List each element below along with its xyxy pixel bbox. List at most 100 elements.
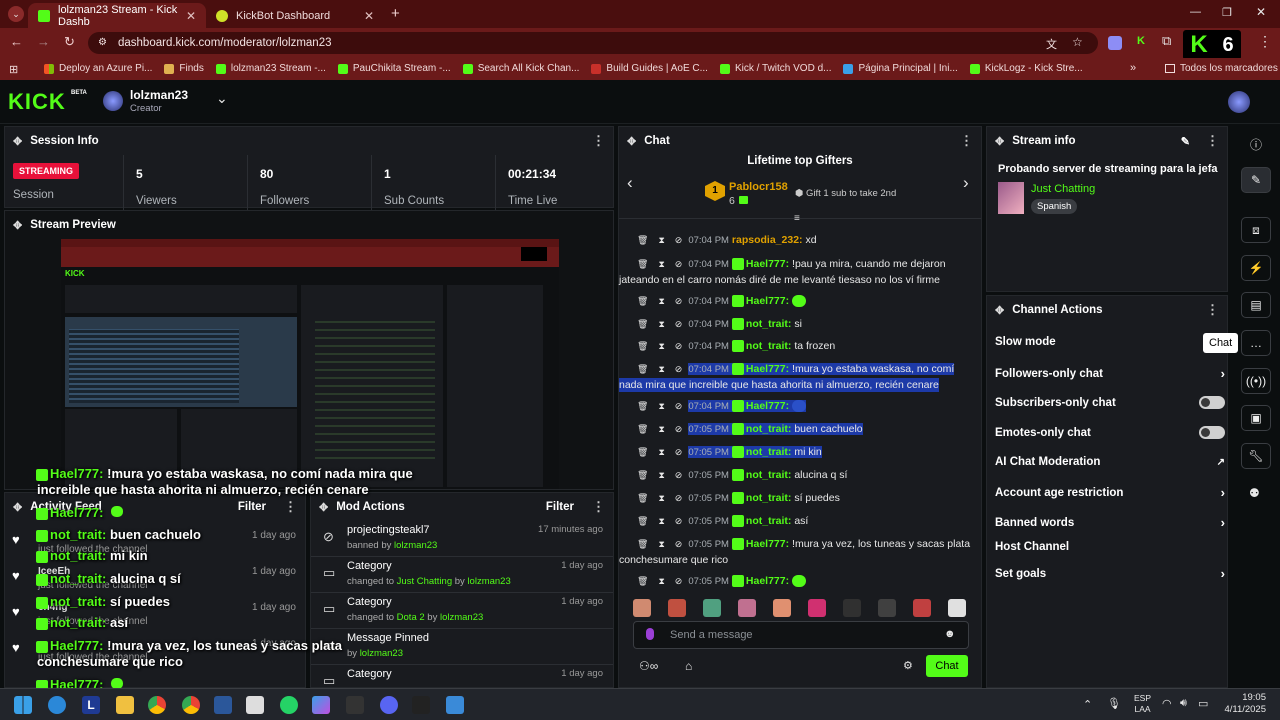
more-icon[interactable]: ⋮ [1206,133,1219,149]
avatar[interactable] [103,91,123,111]
emoji-icon[interactable]: ☻ [944,628,956,640]
message-user[interactable]: not_trait: [746,515,792,527]
timeout-icon[interactable]: ⧗ [658,341,664,351]
chrome-icon[interactable] [182,696,200,714]
timeout-icon[interactable]: ⧗ [658,319,664,329]
ban-user-icon[interactable]: ⊘ [675,259,683,269]
ban-user-icon[interactable]: ⊘ [675,401,683,411]
mod-action-row[interactable]: ▭ Category changed to Dota 2 by lolzman23 1… [311,593,613,629]
minimize-icon[interactable]: — [1190,6,1201,18]
filter-button[interactable]: Filter [238,501,266,513]
chat-message[interactable]: 🗑︎ ⧗ ⊘ 07:04 PM Hael777: [633,294,973,309]
extension-icon[interactable] [1108,36,1122,50]
ban-user-icon[interactable]: ⊘ [675,235,683,245]
chevron-down-icon[interactable]: ⌄ [216,90,228,107]
bookmark-item[interactable]: Search All Kick Chan... [462,63,579,74]
app-icon[interactable] [412,696,430,714]
extensions-puzzle-icon[interactable]: ⧉ [1162,33,1171,49]
delete-icon[interactable]: 🗑︎ [637,401,648,411]
grip-icon[interactable]: ✥ [13,135,22,148]
channel-action-account-age-restriction[interactable]: Account age restriction › [995,485,1225,500]
chrome-icon[interactable] [148,696,166,714]
language-indicator[interactable]: ESP LAA [1134,693,1151,715]
emote-icon[interactable] [738,599,756,617]
reload-icon[interactable]: ↻ [64,34,75,50]
ban-user-icon[interactable]: ⊘ [675,493,683,503]
chevron-right-icon[interactable]: › [1221,515,1225,530]
store-icon[interactable]: ⌂ [685,659,692,673]
discord-icon[interactable] [380,696,398,714]
external-link-icon[interactable]: ↗ [1217,457,1225,468]
more-icon[interactable]: ⋮ [592,499,605,515]
app-icon[interactable] [246,696,264,714]
delete-icon[interactable]: 🗑︎ [637,539,648,549]
chat-message[interactable]: 🗑︎ ⧗ ⊘ 07:05 PM Hael777: [633,574,973,589]
message-user[interactable]: Hael777: [746,400,789,412]
delete-icon[interactable]: 🗑︎ [637,296,648,306]
ban-user-icon[interactable]: ⊘ [675,539,683,549]
timeout-icon[interactable]: ⧗ [658,493,664,503]
emote-icon[interactable] [703,599,721,617]
kick-extension-icon[interactable]: K [1137,35,1145,47]
chat-message[interactable]: 🗑︎ ⧗ ⊘ 07:05 PM not_trait: así [633,514,973,529]
delete-icon[interactable]: 🗑︎ [637,516,648,526]
timeout-icon[interactable]: ⧗ [658,424,664,434]
mic-tray-icon[interactable]: 🎙︎ [1107,697,1121,710]
browser-menu-icon[interactable]: ⋮ [1258,33,1272,50]
ban-user-icon[interactable]: ⊘ [675,516,683,526]
edit-icon[interactable]: ✎ [1181,135,1190,148]
filter-button[interactable]: Filter [546,501,574,513]
file-explorer-icon[interactable] [116,696,134,714]
channel-action-emotes-only-chat[interactable]: Emotes-only chat [995,426,1225,439]
mic-icon[interactable] [646,628,654,640]
translate-icon[interactable]: 文 [1046,36,1057,52]
detail-by[interactable]: lolzman23 [394,540,437,551]
broadcast-icon[interactable]: ((•)) [1241,368,1271,394]
ban-user-icon[interactable]: ⊘ [675,447,683,457]
delete-icon[interactable]: 🗑︎ [637,424,648,434]
timeout-icon[interactable]: ⧗ [658,296,664,306]
delete-icon[interactable]: 🗑︎ [637,364,648,374]
category-link[interactable]: Just Chatting [1031,183,1095,195]
lightning-icon[interactable]: ⚡ [1241,255,1271,281]
bookmark-item[interactable]: Build Guides | AoE C... [591,63,708,74]
grip-icon[interactable]: ✥ [319,501,328,514]
emote-icon[interactable] [878,599,896,617]
delete-icon[interactable]: 🗑︎ [637,341,648,351]
layout-icon[interactable]: ▣ [1241,405,1271,431]
back-icon[interactable]: ← [10,34,23,49]
toggle-switch[interactable] [1199,396,1225,409]
delete-icon[interactable]: 🗑︎ [637,259,648,269]
channel-action-ai-chat-moderation[interactable]: AI Chat Moderation ↗ [995,456,1225,468]
channel-action-host-channel[interactable]: Host Channel [995,541,1225,553]
chat-message[interactable]: 🗑︎ ⧗ ⊘ 07:05 PM not_trait: alucina q sí [633,468,973,483]
delete-icon[interactable]: 🗑︎ [637,470,648,480]
wrench-icon[interactable]: 🔧︎ [1241,443,1271,469]
ban-user-icon[interactable]: ⊘ [675,576,683,586]
chat-message[interactable]: 🗑︎ ⧗ ⊘ 07:04 PM Hael777: !pau ya mira, cuan… [619,257,973,287]
tab-kickbot-dashboard[interactable]: KickBot Dashboard ✕ [206,3,384,28]
send-chat-button[interactable]: Chat [926,655,968,677]
more-icon[interactable]: ⋮ [284,499,297,515]
more-icon[interactable]: ⋮ [1206,302,1219,318]
wifi-icon[interactable]: ◠ [1162,697,1172,710]
grip-icon[interactable]: ✥ [627,135,636,148]
more-bookmarks-icon[interactable]: » [1130,62,1136,74]
launcher-icon[interactable]: L [82,696,100,714]
word-icon[interactable] [214,696,232,714]
message-user[interactable]: Hael777: [746,295,789,307]
bookmark-item[interactable]: PauChikita Stream -... [337,63,451,74]
tab-kick-dashboard[interactable]: lolzman23 Stream - Kick Dashb ✕ [28,3,206,28]
whatsapp-icon[interactable] [280,696,298,714]
window-close-icon[interactable]: ✕ [1256,5,1266,19]
channel-action-slow-mode[interactable]: Slow mode [995,336,1225,348]
user-avatar[interactable] [1228,91,1250,113]
apps-grid-icon[interactable]: ⊞ [9,63,18,76]
timeout-icon[interactable]: ⧗ [658,259,664,269]
terminal-icon[interactable] [346,696,364,714]
chevron-right-icon[interactable]: › [1221,485,1225,500]
grip-icon[interactable]: ✥ [995,135,1004,148]
bookmark-item[interactable]: Kick / Twitch VOD d... [719,63,831,74]
delete-icon[interactable]: 🗑︎ [637,493,648,503]
detail-target[interactable]: Just Chatting [397,576,452,587]
